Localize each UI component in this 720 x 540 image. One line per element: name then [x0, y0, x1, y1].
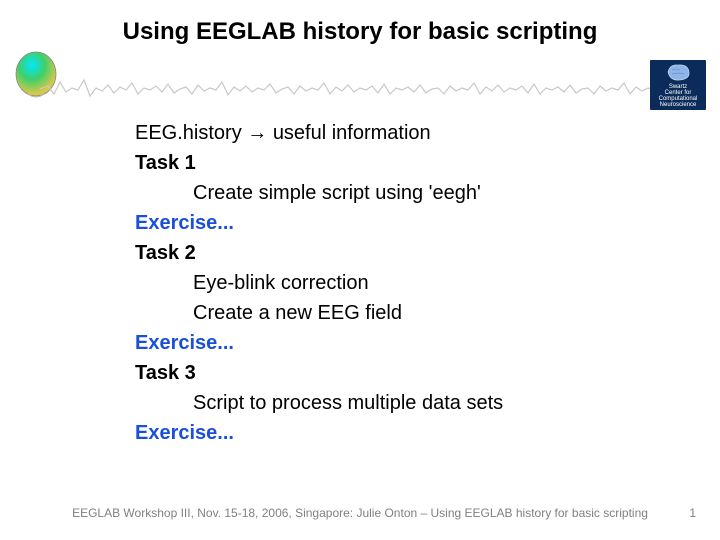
content-block: EEG.history → useful information Task 1 …	[135, 118, 503, 448]
intro-line: EEG.history → useful information	[135, 118, 503, 148]
exercise-3: Exercise...	[135, 418, 503, 448]
task2-line2: Create a new EEG field	[135, 298, 503, 328]
task2-label: Task 2	[135, 238, 503, 268]
task3-line1: Script to process multiple data sets	[135, 388, 503, 418]
eeg-waveform-icon	[40, 74, 660, 104]
task2-line1: Eye-blink correction	[135, 268, 503, 298]
sccn-logo: Swartz Center for Computational Neurosci…	[650, 60, 706, 110]
footer-text: EEGLAB Workshop III, Nov. 15-18, 2006, S…	[0, 506, 720, 520]
exercise-1: Exercise...	[135, 208, 503, 238]
banner: Swartz Center for Computational Neurosci…	[0, 54, 720, 114]
brain-icon	[664, 62, 692, 82]
slide-title: Using EEGLAB history for basic scripting	[0, 0, 720, 54]
page-number: 1	[689, 506, 696, 520]
task1-line1: Create simple script using 'eegh'	[135, 178, 503, 208]
task1-label: Task 1	[135, 148, 503, 178]
task3-label: Task 3	[135, 358, 503, 388]
logo-text-4: Neuroscience	[660, 102, 697, 108]
exercise-2: Exercise...	[135, 328, 503, 358]
